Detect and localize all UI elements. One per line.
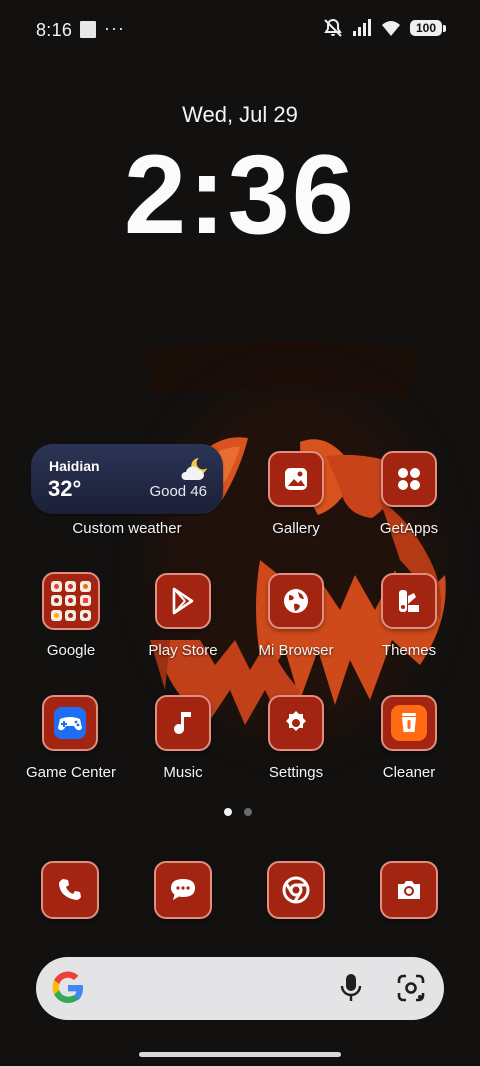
lens-icon[interactable] xyxy=(396,973,426,1003)
camera-icon xyxy=(398,881,420,899)
gallery-label: Gallery xyxy=(272,520,320,537)
themes-app[interactable] xyxy=(381,573,437,629)
google-g-icon xyxy=(52,971,83,1003)
status-time: 8:16 xyxy=(36,20,73,40)
messages-app[interactable] xyxy=(154,861,212,919)
drive-icon xyxy=(51,595,62,607)
gallery-icon xyxy=(285,468,307,490)
google-folder[interactable] xyxy=(42,572,100,630)
mi-browser-label: Mi Browser xyxy=(258,642,334,659)
gear-icon xyxy=(286,711,306,731)
mute-icon xyxy=(324,18,342,37)
settings-app[interactable] xyxy=(268,695,324,751)
gesture-navigation-bar[interactable] xyxy=(139,1052,341,1057)
files-icon xyxy=(79,609,91,621)
music-label: Music xyxy=(163,764,203,781)
chrome-app[interactable] xyxy=(267,861,325,919)
themes-label: Themes xyxy=(381,642,437,659)
partly-cloudy-night-icon xyxy=(181,458,207,480)
music-note-icon xyxy=(174,712,191,734)
battery-icon: 100 xyxy=(410,20,446,36)
battery-level: 100 xyxy=(410,20,442,36)
maps-icon xyxy=(79,581,91,592)
mi-browser-app[interactable] xyxy=(268,573,324,629)
date-text[interactable]: Wed, Jul 29 xyxy=(0,102,480,128)
status-bar: 8:16 ··· 100 xyxy=(0,0,480,60)
page-dot-2[interactable] xyxy=(244,808,252,816)
game-controller-icon xyxy=(54,707,86,739)
wifi-icon xyxy=(382,21,400,36)
page-dot-1[interactable] xyxy=(224,808,232,816)
cleaner-app[interactable] xyxy=(381,695,437,751)
camera-app[interactable] xyxy=(380,861,438,919)
play-store-app[interactable] xyxy=(155,573,211,629)
photos-icon xyxy=(65,595,77,607)
weather-widget-label: Custom weather xyxy=(72,520,182,537)
google-app-icon xyxy=(51,581,62,592)
cleaner-label: Cleaner xyxy=(382,764,436,781)
trash-icon xyxy=(391,705,427,741)
getapps-icon xyxy=(398,468,420,490)
game-center-app[interactable] xyxy=(42,695,98,751)
duo-icon xyxy=(51,609,62,621)
getapps-label: GetApps xyxy=(379,520,439,537)
gmail-icon xyxy=(65,581,77,592)
weather-air-quality: Good 46 xyxy=(149,483,207,500)
weather-widget[interactable]: Haidian 32° Good 46 xyxy=(31,444,223,514)
google-search-bar[interactable] xyxy=(36,957,444,1020)
page-indicator[interactable] xyxy=(224,808,252,816)
play-store-icon xyxy=(172,587,194,615)
gallery-app[interactable] xyxy=(268,451,324,507)
assistant-icon xyxy=(65,609,77,621)
music-app[interactable] xyxy=(155,695,211,751)
play-store-label: Play Store xyxy=(148,642,218,659)
phone-icon xyxy=(59,879,81,900)
weather-temperature: 32° xyxy=(48,476,82,501)
settings-label: Settings xyxy=(268,764,324,781)
weather-city: Haidian xyxy=(49,458,100,474)
clock-time[interactable]: 2:36 xyxy=(0,128,480,262)
chrome-icon xyxy=(282,876,310,904)
mic-icon[interactable] xyxy=(340,973,362,1003)
signal-icon xyxy=(353,19,371,36)
photo-icon xyxy=(80,21,96,38)
messages-icon xyxy=(171,879,195,900)
phone-app[interactable] xyxy=(41,861,99,919)
themes-icon xyxy=(399,590,419,612)
overflow-dots: ··· xyxy=(104,18,125,38)
youtube-icon xyxy=(79,595,91,607)
google-label: Google xyxy=(46,642,96,659)
globe-icon xyxy=(284,589,308,613)
game-center-label: Game Center xyxy=(25,764,117,781)
getapps-app[interactable] xyxy=(381,451,437,507)
